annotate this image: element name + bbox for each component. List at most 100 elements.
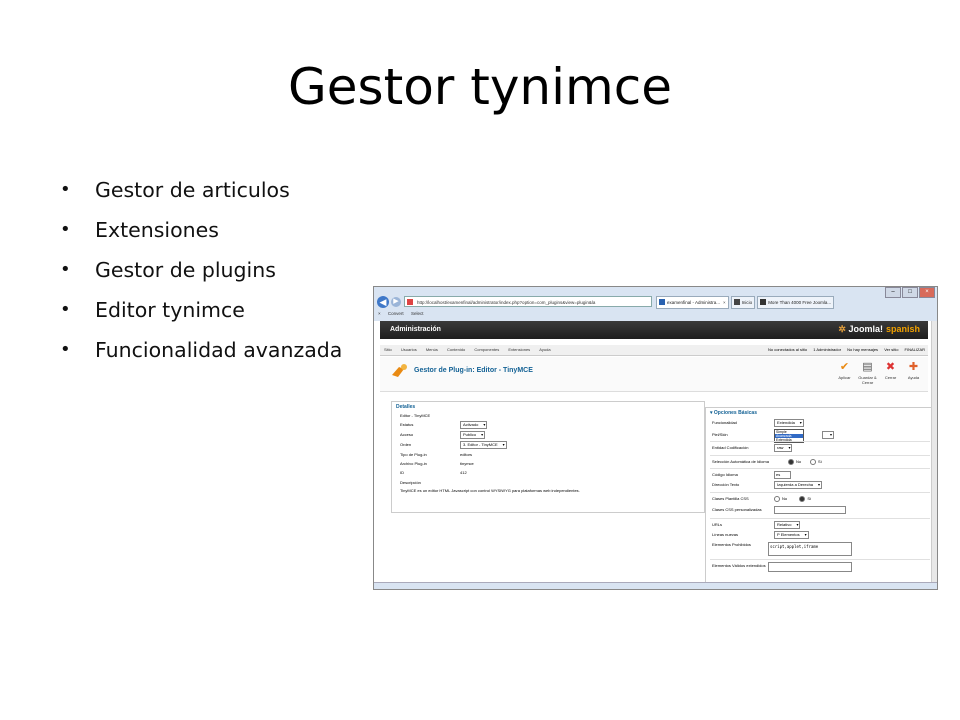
address-bar[interactable]: http://localhost/examenfinal/administrat… [404, 296, 652, 307]
taskbar [374, 582, 937, 589]
funcionalidad-select[interactable]: Extendida [774, 419, 804, 427]
bullet-item: • Extensiones [60, 210, 342, 250]
direction-select[interactable]: Izquierda a Derecha [774, 481, 823, 489]
admin-menu: Sitio Usuarios Menús Contenido Component… [380, 345, 928, 356]
divider [710, 455, 930, 456]
browser-tab[interactable]: examenfinal - Administra... × [656, 296, 729, 309]
close-window-icon[interactable]: × [919, 287, 935, 298]
select-button[interactable]: Select [411, 311, 424, 316]
tab-label: Inicio [741, 300, 753, 305]
back-button[interactable]: ◀ [377, 296, 389, 308]
joomla-logo: ✲ Joomla! spanish [838, 324, 920, 334]
prohibited-elements-field[interactable]: script,applet,iframe [768, 542, 852, 556]
entidad-select[interactable]: raw [774, 444, 793, 452]
close-icon[interactable]: × [723, 300, 726, 305]
details-subtitle: Editor - TinyMCE [400, 413, 431, 418]
radio-no[interactable] [774, 495, 780, 502]
bullet-text: Gestor de plugins [95, 258, 276, 282]
close-button[interactable]: ✖ Cerrar [880, 361, 901, 385]
bullet-text: Gestor de articulos [95, 178, 290, 202]
bullet-item: • Gestor de articulos [60, 170, 342, 210]
divider [710, 492, 930, 493]
tab-label: examenfinal - Administra... [667, 300, 721, 305]
joomla-icon [733, 299, 740, 305]
apply-button[interactable]: ✔ Aplicar [834, 361, 855, 385]
browser-tab[interactable]: Inicio [730, 296, 756, 309]
bullet-icon: • [60, 299, 71, 320]
status-visitors: No conectados al sitio [767, 347, 808, 352]
radio-no[interactable] [788, 458, 794, 465]
help-icon: ✚ [908, 361, 919, 373]
options-title[interactable]: ▾ Opciones Básicas [706, 408, 935, 418]
convert-button[interactable]: Convert [388, 311, 404, 316]
page-icon [760, 299, 767, 305]
status-messages[interactable]: No hay mensajes [847, 347, 878, 352]
status-admins: 1 Administrador [813, 347, 842, 352]
bullet-list: • Gestor de articulos • Extensiones • Gesto… [60, 170, 342, 370]
embedded-screenshot: ◀ ▶ http://localhost/examenfinal/adminis… [373, 286, 938, 590]
close-icon[interactable]: × [378, 311, 381, 316]
site-icon [407, 299, 413, 305]
divider [710, 441, 930, 442]
description-text: TinyMCE es un editor HTML Javascript con… [400, 488, 580, 493]
menu-item-usuarios[interactable]: Usuarios [401, 347, 417, 352]
forward-button[interactable]: ▶ [391, 297, 401, 307]
browser-tabs: examenfinal - Administra... × Inicio More… [656, 296, 836, 309]
toolbar: Gestor de Plug-in: Editor - TinyMCE ✔ Apl… [380, 357, 928, 392]
divider [710, 559, 930, 560]
options-panel: ▾ Opciones Básicas Funcionalidad Extendid… [705, 407, 936, 589]
cancel-icon: ✖ [885, 361, 896, 373]
status-select[interactable]: Activado [460, 421, 488, 429]
access-select[interactable]: Publico [460, 431, 486, 439]
bullet-icon: • [60, 179, 71, 200]
menu-item-menus[interactable]: Menús [426, 347, 438, 352]
language-code-field[interactable]: es [774, 471, 791, 479]
admin-header: Administración ✲ Joomla! spanish [380, 321, 928, 339]
joomla-icon [659, 299, 665, 305]
divider [710, 468, 930, 469]
help-button[interactable]: ✚ Ayuda [903, 361, 924, 385]
view-site-link[interactable]: Ver sitio [884, 347, 898, 352]
radio-si[interactable] [799, 495, 806, 502]
radio-si[interactable] [810, 458, 817, 465]
page-title: Gestor de Plug-in: Editor - TinyMCE [414, 367, 533, 374]
command-bar: × Convert Select [374, 309, 429, 319]
save-icon: ▤ [862, 361, 873, 373]
bullet-text: Extensiones [95, 218, 219, 242]
bullet-item: • Gestor de plugins [60, 250, 342, 290]
bullet-text: Editor tynimce [95, 298, 245, 322]
browser-tab[interactable]: More Than 4000 Free Joomla... [757, 296, 835, 309]
menu-item-componentes[interactable]: Componentes [474, 347, 499, 352]
bullet-icon: • [60, 339, 71, 360]
browser-chrome: ◀ ▶ http://localhost/examenfinal/adminis… [374, 287, 937, 321]
logout-link[interactable]: FINALIZAR [905, 347, 925, 352]
bullet-item: • Editor tynimce [60, 290, 342, 330]
urls-select[interactable]: Relativo [774, 521, 801, 529]
minimize-icon[interactable]: – [885, 287, 901, 298]
details-title: Detalles [396, 404, 416, 410]
menu-item-extensiones[interactable]: Extensiones [508, 347, 530, 352]
bullet-text: Funcionalidad avanzada [95, 338, 343, 362]
scrollbar[interactable] [931, 321, 937, 589]
bullet-icon: • [60, 219, 71, 240]
details-panel: Detalles Editor - TinyMCE Estatus Activad… [391, 401, 705, 513]
maximize-icon[interactable]: □ [902, 287, 918, 298]
admin-title: Administración [390, 326, 441, 333]
save-close-button[interactable]: ▤ Guardar & Cerrar [857, 361, 878, 385]
menu-item-ayuda[interactable]: Ayuda [539, 347, 550, 352]
window-controls: – □ × [884, 287, 935, 298]
toolbar-buttons: ✔ Aplicar ▤ Guardar & Cerrar ✖ Cerrar ✚ Ayud… [832, 361, 924, 385]
bullet-item: • Funcionalidad avanzada [60, 330, 342, 370]
skin-select[interactable] [822, 431, 834, 439]
order-select[interactable]: 3. Editor - TinyMCE [460, 441, 507, 449]
menu-item-contenido[interactable]: Contenido [447, 347, 465, 352]
plugin-icon [392, 364, 407, 377]
newlines-select[interactable]: P Elementos [774, 531, 809, 539]
menu-item-sitio[interactable]: Sitio [384, 347, 392, 352]
check-icon: ✔ [839, 361, 850, 373]
valid-elements-field[interactable] [768, 562, 852, 572]
tab-label: More Than 4000 Free Joomla... [768, 300, 832, 305]
custom-css-field[interactable] [774, 506, 846, 514]
bullet-icon: • [60, 259, 71, 280]
divider [710, 518, 930, 519]
